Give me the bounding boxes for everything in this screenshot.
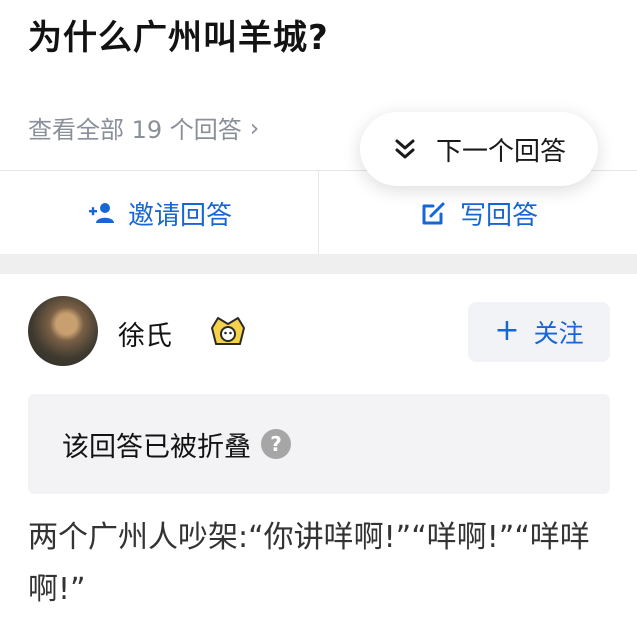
follow-button[interactable]: + 关注	[468, 302, 610, 362]
view-all-answers-link[interactable]: 查看全部 19 个回答 ›	[28, 110, 259, 145]
next-answer-label: 下一个回答	[435, 136, 566, 167]
folded-answer-notice[interactable]: 该回答已被折叠 ?	[28, 394, 610, 494]
avatar[interactable]	[28, 296, 98, 366]
award-badge-icon	[211, 317, 245, 345]
chevron-right-icon: ›	[249, 113, 260, 142]
plus-icon: +	[494, 313, 520, 348]
next-answer-button[interactable]: 下一个回答	[360, 112, 598, 186]
invite-answer-label: 邀请回答	[127, 200, 232, 231]
question-title[interactable]: 为什么广州叫羊城?	[28, 10, 329, 59]
write-answer-label: 写回答	[459, 200, 538, 231]
answer-page: 为什么广州叫羊城? 查看全部 19 个回答 › 邀请回答 写回答 下一个回答 徐…	[0, 0, 637, 621]
answer-body: 两个广州人吵架:“你讲咩啊!”“咩啊!”“咩咩啊!”	[28, 520, 590, 607]
answer-author-row: 徐氏 + 关注	[28, 296, 610, 366]
invite-answer-button[interactable]: 邀请回答	[0, 171, 319, 255]
folded-notice-text: 该回答已被折叠	[62, 431, 251, 463]
view-all-label: 查看全部 19 个回答	[28, 116, 242, 144]
edit-icon	[422, 202, 445, 225]
add-user-icon	[88, 203, 114, 223]
help-icon[interactable]: ?	[261, 429, 291, 459]
follow-label: 关注	[533, 319, 584, 348]
author-name[interactable]: 徐氏	[118, 314, 172, 353]
section-divider	[0, 254, 637, 274]
double-chevron-down-icon	[395, 139, 415, 159]
